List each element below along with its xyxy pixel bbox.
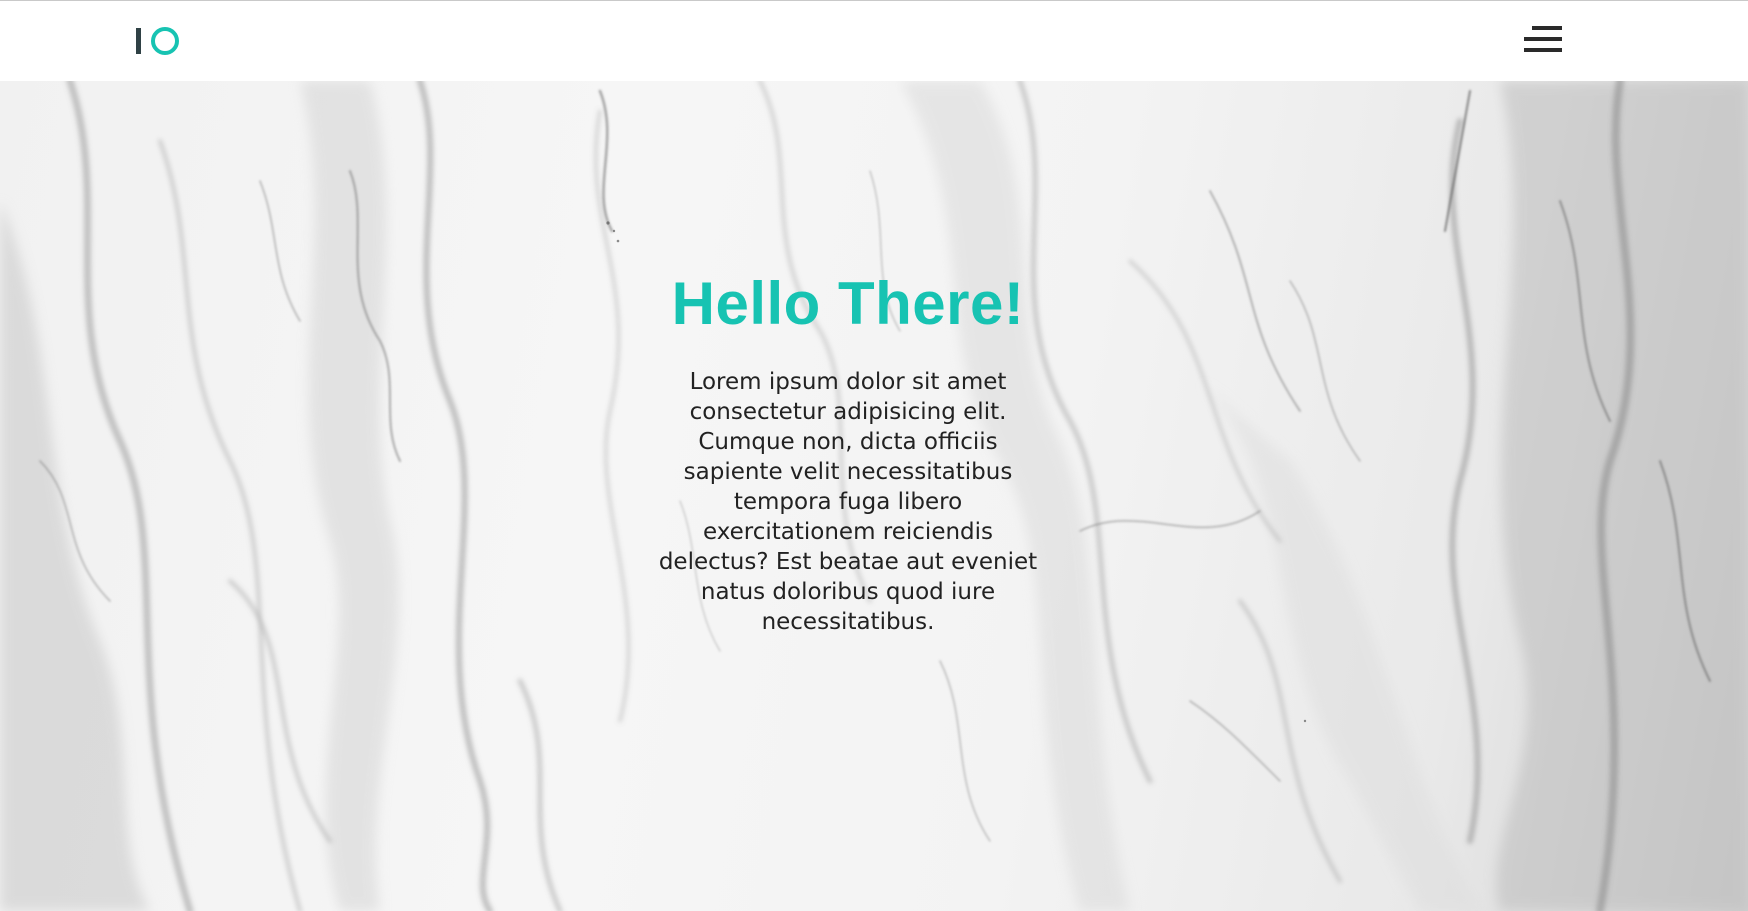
- menu-line: [1524, 48, 1562, 52]
- hamburger-menu-icon[interactable]: [1524, 25, 1562, 53]
- hero-body-text: Lorem ipsum dolor sit amet consectetur a…: [658, 369, 1038, 635]
- hero-content: Hello There! Lorem ipsum dolor sit amet …: [648, 271, 1048, 637]
- site-header: [0, 0, 1748, 81]
- menu-line: [1532, 26, 1562, 30]
- logo-link[interactable]: [136, 25, 179, 57]
- page: Hello There! Lorem ipsum dolor sit amet …: [0, 0, 1748, 911]
- logo-bar-icon: [136, 28, 141, 54]
- logo-ring-icon: [151, 27, 179, 55]
- menu-line: [1524, 37, 1562, 41]
- hero-title: Hello There!: [671, 270, 1025, 337]
- hero-section: Hello There! Lorem ipsum dolor sit amet …: [0, 81, 1748, 911]
